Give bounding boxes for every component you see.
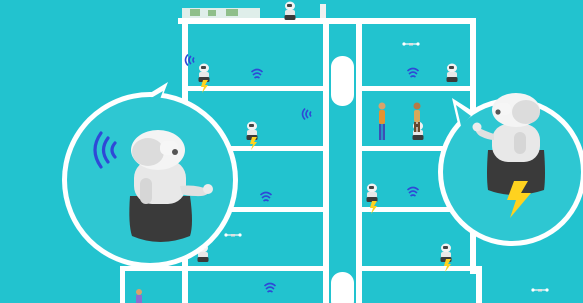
robot-icon xyxy=(446,63,458,82)
robot-building-illustration xyxy=(0,0,583,303)
person-icon xyxy=(136,289,142,303)
robot-icon xyxy=(284,1,296,20)
illustration-canvas xyxy=(0,0,583,303)
robot-icon xyxy=(198,63,210,82)
robot-icon xyxy=(366,183,378,202)
